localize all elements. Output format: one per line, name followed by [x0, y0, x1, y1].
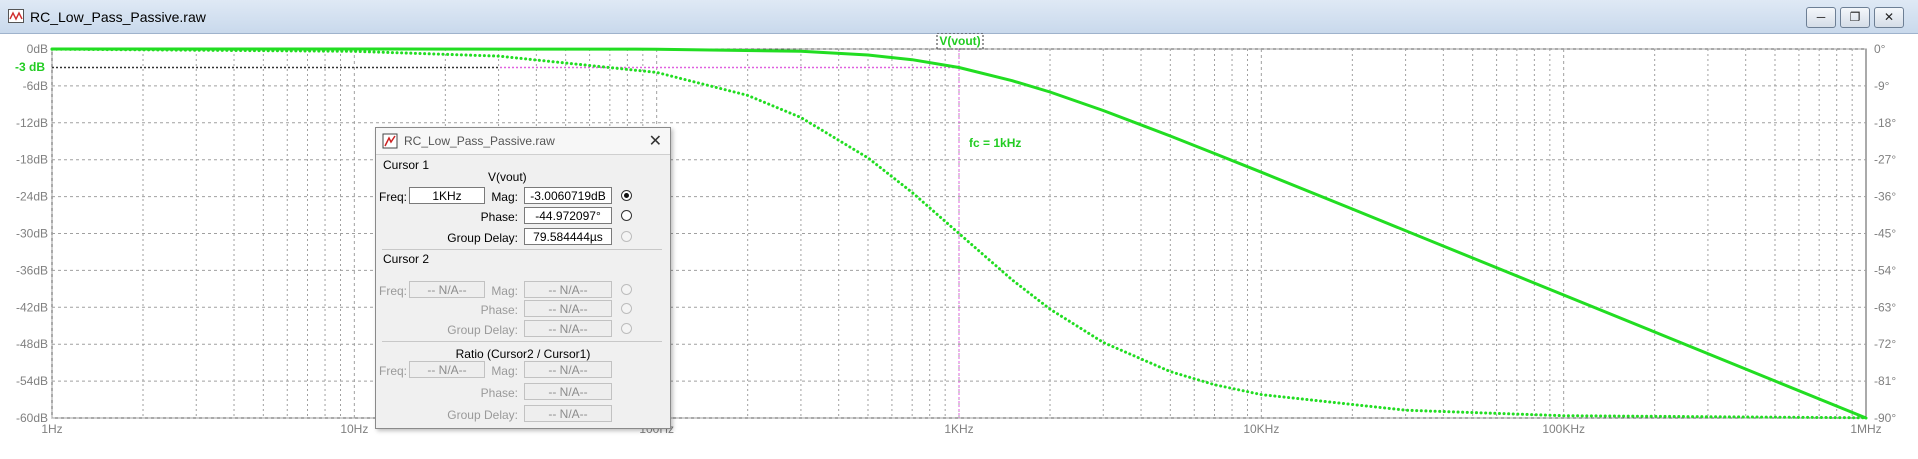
panel-title: RC_Low_Pass_Passive.raw: [404, 134, 555, 148]
fc-label: fc = 1kHz: [969, 136, 1021, 150]
panel-titlebar: RC_Low_Pass_Passive.raw ✕: [376, 128, 670, 155]
restore-icon: ❐: [1849, 10, 1861, 24]
bode-plot[interactable]: 0dB -6dB -12dB -18dB -24dB -30dB -36dB -42dB -48…: [0, 33, 1918, 459]
cursor2-phase-label: Phase:: [480, 303, 518, 317]
y-tick-label: 0dB: [27, 42, 48, 56]
y-tick-label: -30dB: [16, 227, 48, 241]
cursor1-freq-label: Freq:: [379, 190, 408, 204]
y2-tick-label: -54°: [1874, 263, 1896, 277]
cursor1-freq-field[interactable]: 1KHz: [409, 187, 485, 204]
cursor2-group-delay-radio[interactable]: [621, 323, 632, 334]
cursor1-mag-field[interactable]: -3.0060719dB: [524, 187, 612, 204]
y2-tick-label: -81°: [1874, 374, 1896, 388]
waveform-app-icon: [8, 9, 24, 23]
restore-button[interactable]: ❐: [1840, 7, 1870, 28]
close-button[interactable]: ✕: [1874, 7, 1904, 28]
y2-tick-label: -72°: [1874, 337, 1896, 351]
ratio-heading: Ratio (Cursor2 / Cursor1): [455, 347, 591, 361]
y-tick-label: -42dB: [16, 300, 48, 314]
plot-axes: 0dB -6dB -12dB -18dB -24dB -30dB -36dB -42dB -48…: [16, 42, 1896, 436]
cursor1-mag-label: Mag:: [491, 190, 518, 204]
panel-separator: [382, 249, 662, 250]
panel-separator: [382, 341, 662, 342]
y-tick-label: -54dB: [16, 374, 48, 388]
cursor1-group-delay-radio[interactable]: [621, 231, 632, 242]
cursor1-phase-field[interactable]: -44.972097°: [524, 207, 612, 224]
x-tick-label: 1Hz: [41, 422, 62, 436]
x-tick-label: 10KHz: [1243, 422, 1279, 436]
cursor2-phase-field[interactable]: -- N/A--: [524, 300, 612, 317]
panel-close-icon[interactable]: ✕: [649, 131, 662, 151]
trace-label: V(vout): [939, 34, 980, 48]
y2-tick-label: -18°: [1874, 116, 1896, 130]
y2-tick-label: -63°: [1874, 300, 1896, 314]
cursor2-group-delay-field[interactable]: -- N/A--: [524, 320, 612, 337]
cursor2-phase-radio[interactable]: [621, 303, 632, 314]
x-tick-label: 100KHz: [1542, 422, 1585, 436]
minimize-button[interactable]: ─: [1806, 7, 1836, 28]
ratio-group-delay-field[interactable]: -- N/A--: [524, 405, 612, 422]
cursor2-heading: Cursor 2: [383, 252, 430, 266]
cursor1-group-delay-label: Group Delay:: [447, 231, 518, 245]
ratio-freq-label: Freq:: [379, 364, 408, 378]
y2-tick-label: -9°: [1874, 79, 1890, 93]
ratio-phase-label: Phase:: [480, 386, 518, 400]
minimize-icon: ─: [1816, 10, 1826, 24]
minus3db-label: -3 dB: [15, 60, 45, 74]
cursor-panel[interactable]: RC_Low_Pass_Passive.raw ✕ Cursor 1 V(vou…: [375, 127, 671, 429]
ratio-group-delay-label: Group Delay:: [447, 408, 518, 422]
cursor2-freq-label: Freq:: [379, 284, 408, 298]
y-tick-label: -24dB: [16, 190, 48, 204]
y-tick-label: -18dB: [16, 153, 48, 167]
cursor2-mag-label: Mag:: [491, 284, 518, 298]
y-tick-label: -12dB: [16, 116, 48, 130]
y2-tick-label: -27°: [1874, 153, 1896, 167]
cursor1-mag-radio[interactable]: [621, 190, 632, 201]
cursor1-heading: Cursor 1: [383, 158, 430, 172]
cursor2-group-delay-label: Group Delay:: [447, 323, 518, 337]
window-title: RC_Low_Pass_Passive.raw: [30, 9, 206, 25]
trace-label-box[interactable]: V(vout): [936, 33, 984, 50]
probe-icon: [382, 133, 398, 149]
cursor1-phase-radio[interactable]: [621, 210, 632, 221]
ratio-phase-field[interactable]: -- N/A--: [524, 383, 612, 400]
y-tick-label: -36dB: [16, 263, 48, 277]
x-tick-label: 1MHz: [1850, 422, 1881, 436]
cursor2-mag-radio[interactable]: [621, 284, 632, 295]
cursor1-trace: V(vout): [488, 170, 527, 184]
window-titlebar: RC_Low_Pass_Passive.raw ─ ❐ ✕: [0, 0, 1918, 34]
ratio-mag-label: Mag:: [491, 364, 518, 378]
y-tick-label: -6dB: [23, 79, 48, 93]
x-tick-label: 10Hz: [340, 422, 368, 436]
cursor1-group-delay-field[interactable]: 79.584444µs: [524, 228, 612, 245]
cursor2-mag-field[interactable]: -- N/A--: [524, 281, 612, 298]
y-tick-label: -48dB: [16, 337, 48, 351]
cursor2-freq-field[interactable]: -- N/A--: [409, 281, 485, 298]
cursor1-phase-label: Phase:: [480, 210, 518, 224]
y2-tick-label: 0°: [1874, 42, 1886, 56]
ratio-freq-field[interactable]: -- N/A--: [409, 361, 485, 378]
x-tick-label: 1KHz: [944, 422, 973, 436]
y2-tick-label: -36°: [1874, 190, 1896, 204]
close-icon: ✕: [1883, 10, 1895, 24]
ratio-mag-field[interactable]: -- N/A--: [524, 361, 612, 378]
y2-tick-label: -45°: [1874, 227, 1896, 241]
